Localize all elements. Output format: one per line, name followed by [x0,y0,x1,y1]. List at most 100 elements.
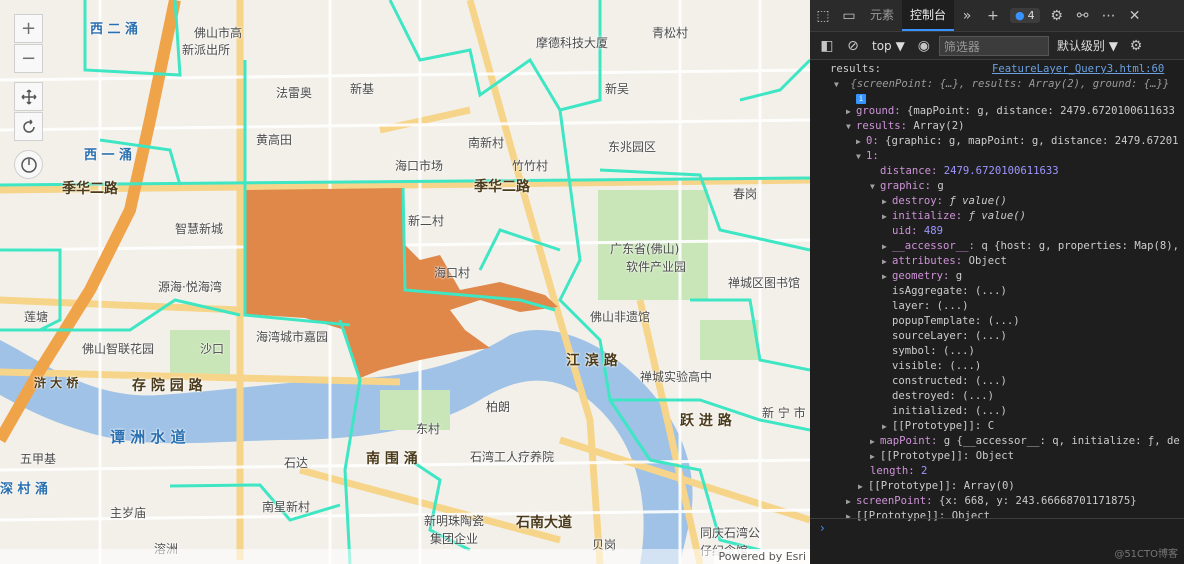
map-label: 石湾工人疗养院 [470,450,555,464]
map-road-label: 季华二路 [474,179,530,195]
map-label: 新派出所 [182,43,231,57]
tree-row[interactable]: ▼ graphic: g [870,179,944,194]
tree-row: distance: 2479.6720100611633 [880,165,1059,177]
rotate-icon[interactable] [14,112,43,141]
map-label: 石达 [284,456,309,470]
map-water-label: 深 村 涌 [0,482,49,497]
add-tab-icon[interactable]: + [980,0,1006,31]
source-link[interactable]: FeatureLayer_Query3.html:60 [992,62,1164,77]
map-label: 禅城实验高中 [640,370,713,384]
road [466,0,604,564]
watermark: @51CTO博客 [1114,549,1178,560]
tree-row[interactable]: ▶ ground: {mapPoint: g, distance: 2479.67… [846,104,1175,119]
map-label: 南新村 [468,136,505,150]
log-line: results: [830,63,882,75]
tree-row[interactable]: initialized: (...) [892,404,1007,419]
map-road-label: 季华二路 [62,181,118,197]
tree-row[interactable]: isAggregate: (...) [892,284,1007,299]
tree-row: uid: 489 [892,225,944,237]
clear-console-icon[interactable]: ⊘ [842,32,864,59]
map-label: 软件产业园 [626,260,687,274]
context-selector[interactable]: top ▼ [868,37,909,55]
tree-row[interactable]: constructed: (...) [892,374,1007,389]
issues-badge[interactable]: ● 4 [1010,8,1040,23]
map-label: 新基 [350,82,375,96]
map-label: 东村 [416,422,441,436]
gear-icon[interactable]: ⚙ [1126,32,1146,59]
tree-row[interactable]: visible: (...) [892,359,981,374]
map-label: 新吴 [605,82,630,96]
map-label: 海口市场 [395,159,444,173]
console-toolbar: ◧ ⊘ top ▼ ◉ 筛选器 默认级别 ▼ ⚙ [810,32,1184,60]
map-view[interactable]: 西 二 涌 佛山市高 新派出所 摩德科技大厦 青松村 法雷奥 新基 新吴 黄高田… [0,0,810,564]
map-label: 新二村 [408,214,445,228]
close-icon[interactable]: ✕ [1122,0,1148,31]
tree-row[interactable]: popupTemplate: (...) [892,314,1020,329]
tree-row[interactable]: ▼ results: Array(2) [846,119,964,134]
green-area [700,320,760,360]
expanded-arrow-icon: ▼ [834,80,839,89]
console-output[interactable]: results: FeatureLayer_Query3.html:60 ▼ {… [810,60,1184,564]
tab-console[interactable]: 控制台 [902,0,955,31]
dropdown-icon: ▼ [895,38,905,53]
tree-row[interactable]: ▶ [[Prototype]]: Object [870,449,1014,464]
map-label: 同庆石湾公 [700,526,761,540]
map-road-label: 存 院 园 路 [132,378,203,394]
map-label: 西 二 涌 [90,22,139,37]
more-options-icon[interactable]: ⋯ [1096,0,1122,31]
eye-icon[interactable]: ◉ [913,32,935,59]
tree-row[interactable]: ▶ [[Prototype]]: Array(0) [858,479,1015,494]
more-tabs-icon[interactable]: » [954,0,980,31]
map-road-label: 浒 大 桥 [34,376,79,390]
map-label: 春岗 [733,187,758,201]
map-label: 竹竹村 [512,159,549,173]
zoom-in-button[interactable]: + [14,14,43,43]
gear-icon[interactable]: ⚙ [1044,0,1070,31]
map-label: 禅城区图书馆 [728,276,801,290]
map-label: 黄高田 [256,133,293,147]
tree-row[interactable]: ▶ initialize: ƒ value() [882,209,1026,224]
tree-row[interactable]: destroyed: (...) [892,389,994,404]
tree-row[interactable]: layer: (...) [892,299,969,314]
devtools-panel: ⬚ ▭ 元素 控制台 » + ● 4 ⚙ ⚯ ⋯ ✕ ◧ ⊘ top ▼ ◉ 筛选器… [810,0,1184,564]
inspect-icon[interactable]: ⬚ [810,0,836,31]
tree-row[interactable]: ▼ 1: [856,149,879,164]
tree-row[interactable]: ▶ screenPoint: {x: 668, y: 243.6666870117… [846,494,1137,509]
pan-icon[interactable] [14,82,43,111]
device-toolbar-icon[interactable]: ▭ [836,0,862,31]
filter-input[interactable]: 筛选器 [938,35,1049,56]
tree-row[interactable]: sourceLayer: (...) [892,329,1007,344]
map-label: 青松村 [652,26,689,40]
tree-row[interactable]: ▶ destroy: ƒ value() [882,194,1007,209]
attribution-bar [0,549,810,564]
map-label: 法雷奥 [276,86,313,100]
map-water-label: 谭 洲 水 道 [110,428,186,446]
tree-row[interactable]: ▶ geometry: g [882,269,962,284]
map-label: 佛山非遗馆 [590,310,651,324]
tree-row[interactable]: ▶ 0: {graphic: g, mapPoint: g, distance: … [856,134,1179,149]
map-label: 海湾城市嘉园 [256,330,329,344]
tree-row[interactable]: ▼ {screenPoint: {…}, results: Array(2), … [834,77,1169,92]
tab-elements[interactable]: 元素 [862,0,902,31]
tree-row[interactable]: ▶ [[Prototype]]: C [882,419,994,434]
map-label: 主岁庙 [110,506,147,520]
map-canvas [0,0,810,564]
tree-row[interactable]: ▶ __accessor__: q {host: g, properties: M… [882,239,1179,254]
share-icon[interactable]: ⚯ [1070,0,1096,31]
map-label: 佛山市高 [194,26,243,40]
map-label: 五甲基 [20,452,57,466]
esri-attribution: Powered by Esri [714,549,810,564]
compass-icon[interactable] [14,150,43,179]
console-prompt[interactable]: › [810,518,1184,537]
log-level-selector[interactable]: 默认级别 ▼ [1053,37,1122,54]
sidebar-toggle-icon[interactable]: ◧ [816,32,838,59]
map-road-label: 江 滨 路 [566,353,618,369]
tree-row[interactable]: ▶ mapPoint: g {__accessor__: q, initializ… [870,434,1180,449]
map-water-label: 西 一 涌 [84,148,133,163]
map-label: 莲塘 [24,310,49,324]
tree-row[interactable]: symbol: (...) [892,344,975,359]
zoom-out-button[interactable]: − [14,44,43,73]
tree-row[interactable]: ▶ attributes: Object [882,254,1007,269]
tree-row: length: 2 [870,465,928,477]
map-label: 南星新村 [262,500,311,514]
